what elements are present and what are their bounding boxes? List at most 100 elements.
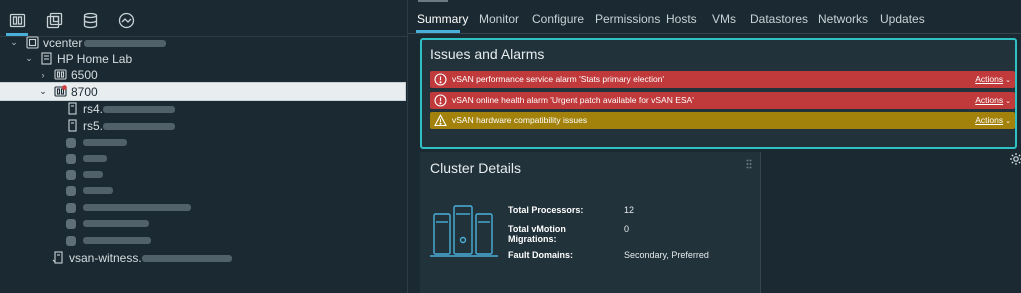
vm-icon: [66, 218, 76, 229]
witness-host-icon: [52, 251, 63, 264]
inventory-navigator: ⌄ vcenter ⌄ HP Home Lab › 6500 ⌄ 8700 rs…: [0, 0, 408, 293]
tree-label: vcenter: [43, 36, 167, 50]
tree-node-vsan-witness[interactable]: vsan-witness.: [0, 249, 405, 266]
tree-label: rs4.: [83, 102, 176, 116]
vm-icon: [66, 137, 76, 148]
fault-domains-value: Secondary, Preferred: [624, 250, 709, 260]
chevron-down-icon: ⌄: [1005, 118, 1011, 125]
host-icon: [68, 102, 77, 115]
vcenter-icon: [26, 36, 39, 49]
redacted-text: [83, 139, 127, 146]
tab-monitor[interactable]: Monitor: [479, 12, 519, 26]
tree-node-cluster-6500[interactable]: › 6500: [0, 66, 405, 83]
tree-node-vm-redacted[interactable]: [0, 150, 405, 167]
total-vmotion-label: Total vMotion Migrations:: [508, 224, 566, 244]
object-tabs: Summary Monitor Configure Permissions Ho…: [408, 0, 1021, 34]
alarm-row: vSAN online health alarm 'Urgent patch a…: [430, 92, 1015, 109]
redacted-text: [83, 171, 103, 178]
redacted-text: [103, 105, 176, 113]
tree-node-vm-redacted[interactable]: [0, 215, 405, 232]
tree-label: 8700: [71, 84, 98, 99]
expand-caret-icon[interactable]: ⌄: [24, 53, 34, 64]
alarm-row: vSAN performance service alarm 'Stats pr…: [430, 71, 1015, 88]
tree-node-host[interactable]: rs4.: [0, 100, 405, 117]
drag-handle-icon[interactable]: [746, 159, 752, 169]
tab-datastores[interactable]: Datastores: [750, 12, 808, 26]
tree-node-datacenter[interactable]: ⌄ HP Home Lab: [0, 50, 405, 67]
redacted-text: [83, 155, 107, 162]
total-processors-label: Total Processors:: [508, 205, 584, 215]
tab-updates[interactable]: Updates: [880, 12, 925, 26]
tab-hosts[interactable]: Hosts: [666, 12, 697, 26]
alarm-actions-link[interactable]: Actions ⌄: [975, 74, 1011, 84]
fault-domains-label: Fault Domains:: [508, 250, 574, 260]
networking-icon: [118, 12, 134, 28]
vm-icon: [66, 169, 76, 180]
issues-and-alarms-card: Issues and Alarms vSAN performance servi…: [420, 38, 1017, 149]
card-title: Cluster Details: [430, 160, 522, 176]
card-title: Issues and Alarms: [430, 46, 545, 62]
tree-label: 6500: [71, 67, 98, 82]
cluster-servers-illustration: [430, 205, 498, 257]
redacted-text: [83, 204, 191, 211]
alarm-text: vSAN performance service alarm 'Stats pr…: [452, 74, 665, 84]
vm-icon: [66, 153, 76, 164]
redacted-text: [83, 187, 113, 194]
vms-and-templates-icon: [46, 12, 62, 28]
tab-summary[interactable]: Summary: [417, 12, 468, 26]
hosts-and-clusters-icon: [9, 13, 25, 27]
hosts-and-clusters-tab[interactable]: [5, 8, 29, 32]
tab-networks[interactable]: Networks: [818, 12, 868, 26]
tab-configure[interactable]: Configure: [532, 12, 584, 26]
tree-node-vm-redacted[interactable]: [0, 166, 405, 183]
cluster-alert-icon: [54, 85, 67, 97]
active-tab-indicator: [416, 30, 460, 33]
alarm-actions-link[interactable]: Actions ⌄: [975, 95, 1011, 105]
error-circle-icon: [434, 73, 447, 86]
total-processors-value: 12: [624, 205, 635, 215]
vm-icon: [66, 185, 76, 196]
tree-node-vm-redacted[interactable]: [0, 232, 405, 249]
tree-label: vsan-witness.: [69, 251, 232, 265]
tree-node-vm-redacted[interactable]: [0, 134, 405, 151]
collapse-caret-icon[interactable]: ›: [38, 70, 48, 80]
tree-node-vcenter[interactable]: ⌄ vcenter: [0, 34, 405, 51]
storage-tab[interactable]: [78, 8, 102, 32]
tree-node-vm-redacted[interactable]: [0, 182, 405, 199]
alarm-actions-link[interactable]: Actions ⌄: [975, 115, 1011, 125]
alarm-row: vSAN hardware compatibility issues Actio…: [430, 112, 1015, 129]
alarm-text: vSAN hardware compatibility issues: [452, 115, 588, 125]
warning-triangle-icon: [434, 114, 447, 127]
redacted-text: [141, 254, 232, 262]
tree-node-host[interactable]: rs5.: [0, 117, 405, 134]
tree-node-cluster-8700[interactable]: ⌄ 8700: [0, 82, 406, 101]
vms-and-templates-tab[interactable]: [42, 8, 66, 32]
chevron-down-icon: ⌄: [1005, 98, 1011, 105]
storage-icon: [83, 12, 97, 28]
redacted-text: [84, 39, 167, 47]
main-content: Summary Monitor Configure Permissions Ho…: [408, 0, 1021, 293]
tree-label: HP Home Lab: [57, 51, 133, 66]
error-circle-icon: [434, 94, 447, 107]
gear-icon[interactable]: [1009, 152, 1021, 166]
cluster-details-card: Cluster Details Total Processors: 12 Tot…: [420, 152, 761, 293]
tab-vms[interactable]: VMs: [712, 12, 736, 26]
redacted-text: [83, 220, 149, 227]
expand-caret-icon[interactable]: ⌄: [9, 37, 19, 48]
total-vmotion-value: 0: [624, 224, 630, 234]
navigator-tabs: [0, 0, 407, 38]
redacted-text: [103, 122, 176, 130]
redacted-text: [83, 237, 151, 244]
expand-caret-icon[interactable]: ⌄: [38, 86, 48, 97]
tab-permissions[interactable]: Permissions: [595, 12, 660, 26]
alarm-text: vSAN online health alarm 'Urgent patch a…: [452, 95, 694, 105]
tree-label: rs5.: [83, 119, 176, 133]
chevron-down-icon: ⌄: [1005, 77, 1011, 84]
vm-icon: [66, 202, 76, 213]
cluster-icon: [54, 69, 67, 80]
vm-icon: [66, 235, 76, 246]
host-icon: [68, 119, 77, 132]
networking-tab[interactable]: [114, 8, 138, 32]
datacenter-icon: [41, 52, 52, 65]
tree-node-vm-redacted[interactable]: [0, 199, 405, 216]
